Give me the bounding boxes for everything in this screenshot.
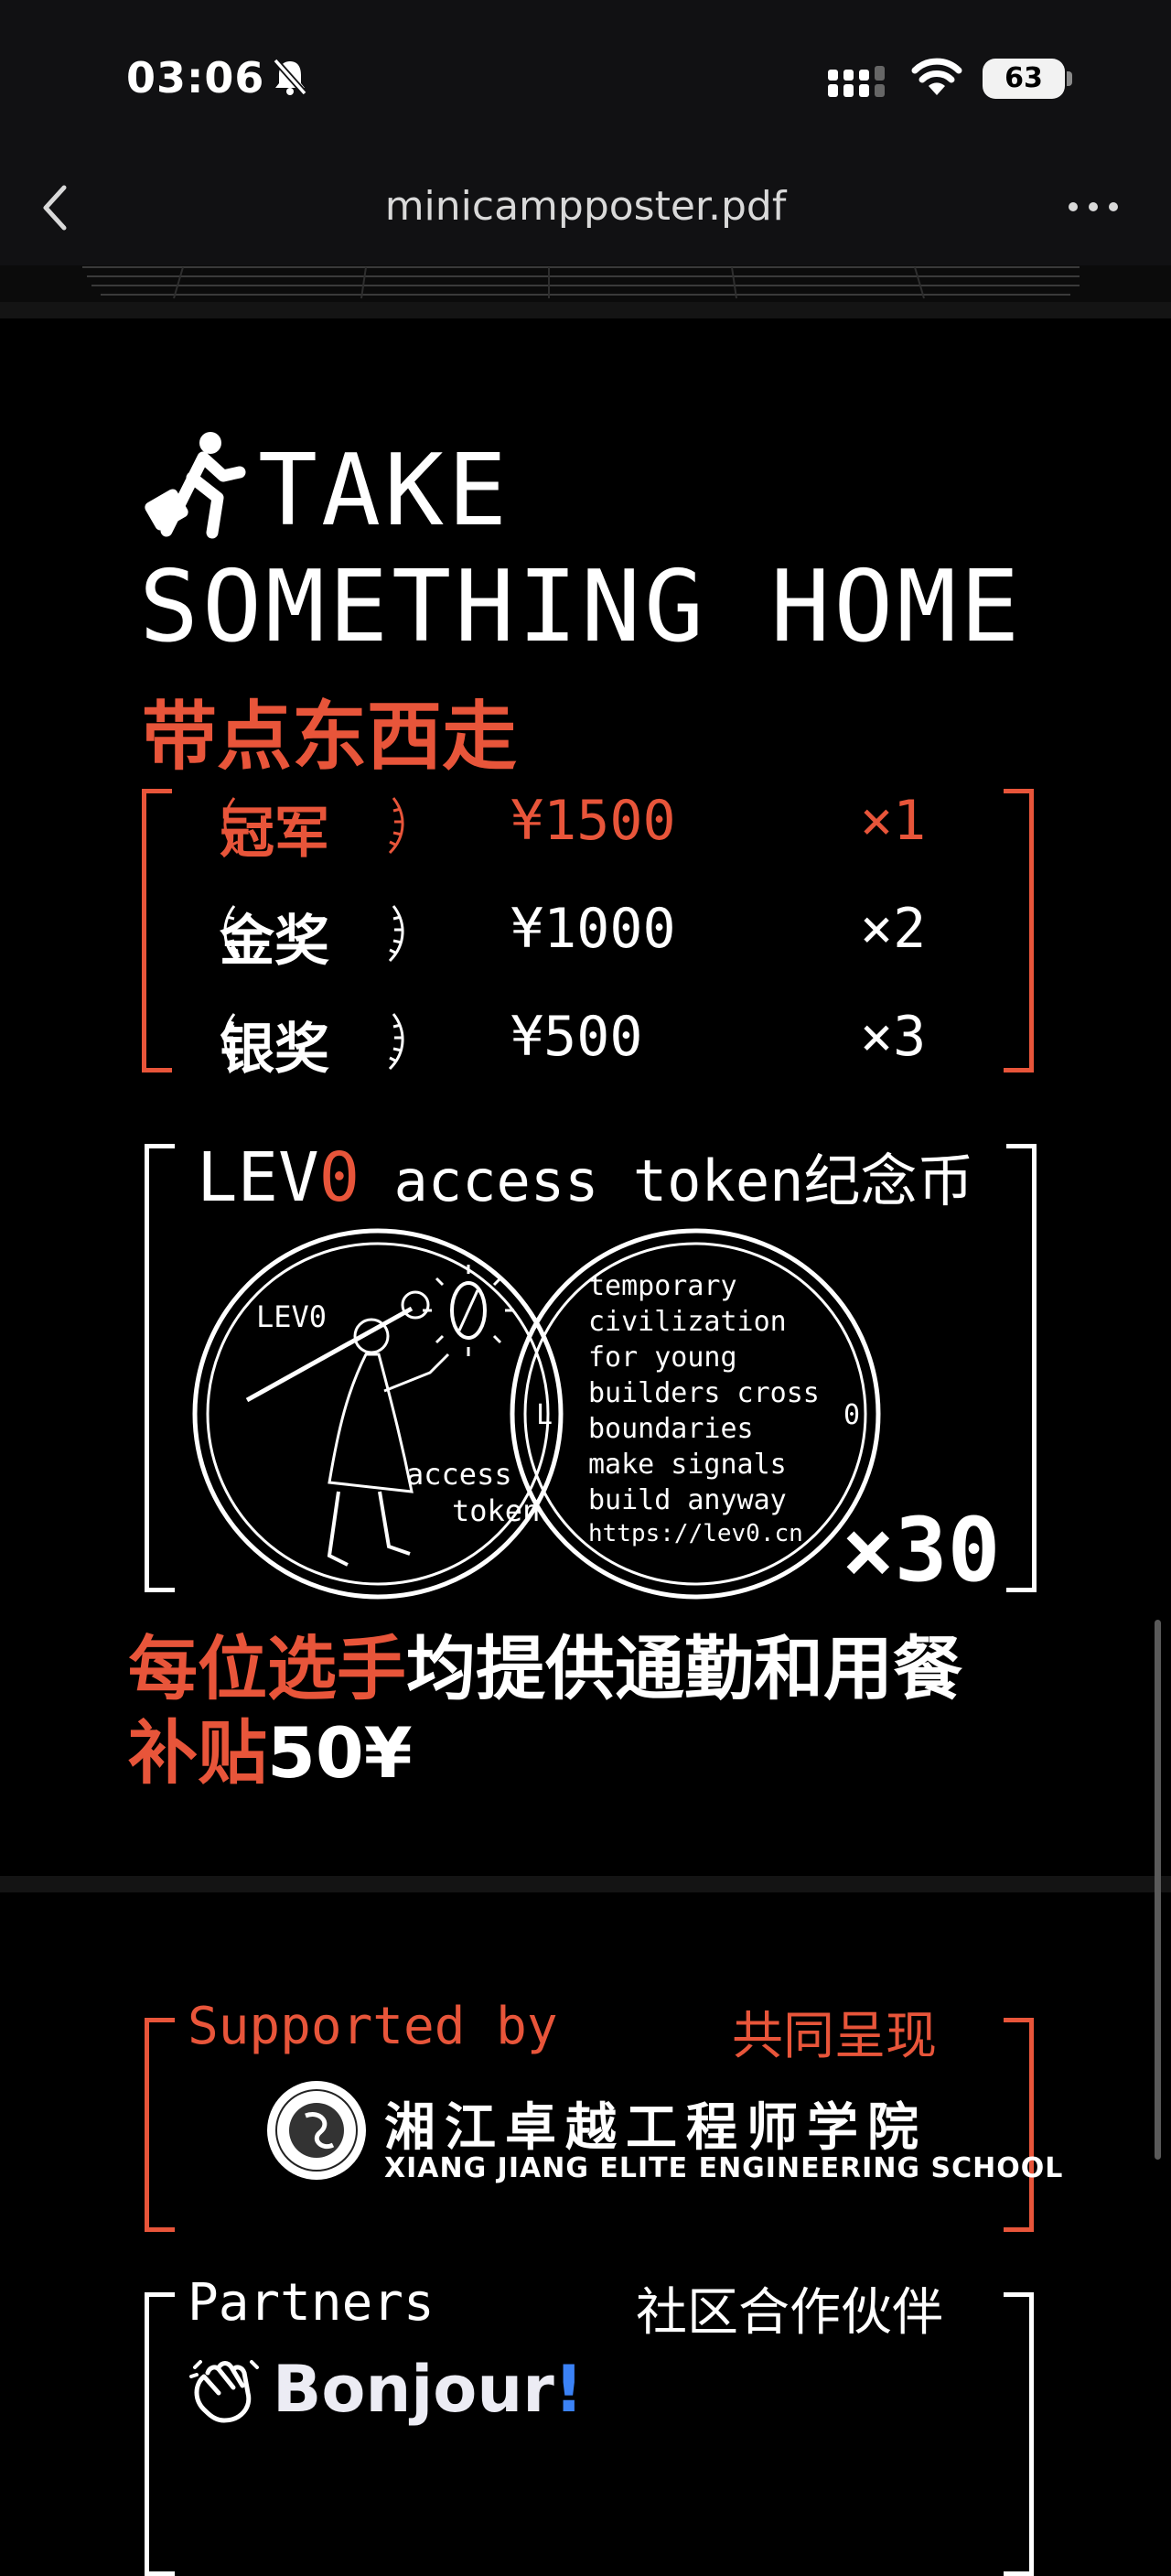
prize-count: ×3 — [860, 1005, 927, 1069]
scrollbar[interactable] — [1155, 1620, 1161, 2160]
school-name-chinese: 湘江卓越工程师学院 — [384, 2098, 928, 2158]
battery-nub — [1067, 71, 1072, 86]
laurel-icon — [223, 797, 404, 855]
laurel-icon — [223, 1013, 404, 1071]
wifi-icon — [911, 58, 962, 95]
page-separator — [0, 302, 1171, 318]
cellular-signal-icon — [828, 66, 885, 97]
partner-bonjour-logo: Bonjour! — [273, 2352, 584, 2427]
document-title: minicampposter.pdf — [384, 183, 787, 230]
heading-chinese: 带点东西走 — [142, 694, 518, 781]
prize-amount: ¥1500 — [510, 789, 676, 853]
token-title-zero: 0 — [318, 1138, 360, 1217]
coin-back-line: build anyway — [588, 1484, 787, 1516]
waving-hand-icon — [189, 2360, 259, 2423]
person-with-luggage-icon — [145, 432, 246, 539]
poster-top-strip — [0, 265, 1171, 302]
token-title: LEV0 access token纪念币 — [197, 1135, 973, 1217]
coin-back-line: boundaries — [588, 1413, 754, 1445]
meal-subsidy-amount: 50¥ — [267, 1712, 413, 1794]
coin-front-line1: access — [406, 1457, 512, 1492]
token-coins: LEV0 access token L 0 temporary civiliza… — [192, 1228, 881, 1600]
coin-back-line: temporary — [588, 1270, 737, 1302]
coin-back-left: L — [536, 1399, 553, 1431]
laurel-icon — [223, 905, 404, 963]
coin-front-line2: token — [452, 1493, 540, 1528]
meal-allowance-text: 每位选手均提供通勤和用餐 补贴50¥ — [128, 1627, 1080, 1795]
supported-bracket-left — [145, 2018, 175, 2232]
page-separator — [0, 1876, 1171, 1892]
coin-back-line: civilization — [588, 1306, 787, 1338]
coin-back-right: 0 — [843, 1399, 860, 1431]
prize-count: ×2 — [860, 897, 927, 961]
status-time: 03:06 — [126, 53, 265, 102]
prize-count: ×1 — [860, 789, 927, 853]
heading-take: TAKE — [258, 434, 511, 548]
token-title-rest: access token纪念币 — [360, 1148, 974, 1214]
supported-bracket-right — [1004, 2018, 1034, 2232]
supported-by-label: Supported by — [188, 1997, 558, 2056]
coin-back-line: builders cross — [588, 1377, 820, 1409]
coin-front: LEV0 access token — [192, 1228, 564, 1600]
meal-subsidy-label: 补贴 — [128, 1712, 267, 1794]
prize-bracket-left — [142, 789, 172, 1072]
token-title-lev: LEV — [197, 1138, 319, 1217]
meal-rest: 均提供通勤和用餐 — [406, 1628, 962, 1709]
more-options-icon[interactable] — [1066, 198, 1121, 216]
partners-chinese: 社区合作伙伴 — [636, 2283, 943, 2343]
coin-front-top: LEV0 — [256, 1299, 327, 1334]
partners-bracket-right — [1004, 2292, 1034, 2576]
heading-something-home: SOMETHING HOME — [139, 550, 1024, 664]
token-bracket-left — [145, 1144, 175, 1592]
coin-back-line: https://lev0.cn — [588, 1520, 803, 1547]
partners-label: Partners — [188, 2273, 435, 2333]
battery-indicator: 63 — [983, 59, 1065, 99]
supported-by-chinese: 共同呈现 — [732, 2007, 937, 2066]
partners-bracket-left — [145, 2292, 175, 2576]
prize-amount: ¥500 — [510, 1005, 643, 1069]
token-quantity: ×30 — [842, 1499, 1001, 1601]
bell-muted-icon — [273, 58, 307, 96]
prize-bracket-right — [1004, 789, 1034, 1072]
partner-name: Bonjour — [273, 2352, 554, 2427]
coin-back-line: for young — [588, 1342, 737, 1374]
coin-back-line: make signals — [588, 1449, 787, 1481]
coin-back: L 0 temporary civilization for young bui… — [510, 1228, 881, 1600]
partner-bang: ! — [553, 2352, 584, 2427]
meal-highlight: 每位选手 — [128, 1628, 406, 1709]
prize-amount: ¥1000 — [510, 897, 676, 961]
school-logo-icon — [267, 2081, 366, 2180]
school-name-english: XIANG JIANG ELITE ENGINEERING SCHOOL — [384, 2152, 1064, 2184]
token-bracket-right — [1006, 1144, 1037, 1592]
